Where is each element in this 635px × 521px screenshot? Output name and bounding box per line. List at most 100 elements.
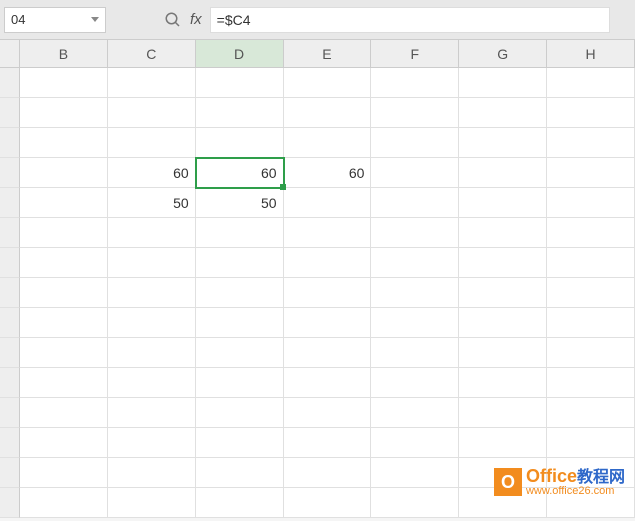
cell-C15[interactable] — [108, 488, 196, 518]
cell-B1[interactable] — [20, 68, 108, 98]
cell-E14[interactable] — [284, 458, 372, 488]
cell-D7[interactable] — [196, 248, 284, 278]
fill-handle[interactable] — [280, 184, 286, 190]
cell-F3[interactable] — [371, 128, 459, 158]
col-header-g[interactable]: G — [459, 40, 547, 67]
row-header[interactable] — [0, 338, 20, 368]
cell-C13[interactable] — [108, 428, 196, 458]
cell-E4[interactable]: 60 — [284, 158, 372, 188]
cell-D5[interactable]: 50 — [196, 188, 284, 218]
cell-F2[interactable] — [371, 98, 459, 128]
cell-B14[interactable] — [20, 458, 108, 488]
cell-E7[interactable] — [284, 248, 372, 278]
col-header-h[interactable]: H — [547, 40, 635, 67]
cell-G12[interactable] — [459, 398, 547, 428]
cell-B3[interactable] — [20, 128, 108, 158]
cell-B13[interactable] — [20, 428, 108, 458]
cell-H10[interactable] — [547, 338, 635, 368]
col-header-e[interactable]: E — [284, 40, 372, 67]
cell-F4[interactable] — [371, 158, 459, 188]
row-header[interactable] — [0, 398, 20, 428]
cell-F6[interactable] — [371, 218, 459, 248]
cell-B8[interactable] — [20, 278, 108, 308]
cell-D13[interactable] — [196, 428, 284, 458]
row-header[interactable] — [0, 158, 20, 188]
cell-C1[interactable] — [108, 68, 196, 98]
row-header[interactable] — [0, 428, 20, 458]
col-header-c[interactable]: C — [108, 40, 196, 67]
cell-C12[interactable] — [108, 398, 196, 428]
cell-C11[interactable] — [108, 368, 196, 398]
cell-F10[interactable] — [371, 338, 459, 368]
chevron-down-icon[interactable] — [91, 17, 99, 22]
cell-G4[interactable] — [459, 158, 547, 188]
cell-B5[interactable] — [20, 188, 108, 218]
row-header[interactable] — [0, 128, 20, 158]
row-header[interactable] — [0, 68, 20, 98]
cell-G9[interactable] — [459, 308, 547, 338]
zoom-icon[interactable] — [164, 11, 182, 29]
cell-E5[interactable] — [284, 188, 372, 218]
cell-C14[interactable] — [108, 458, 196, 488]
cell-G5[interactable] — [459, 188, 547, 218]
cell-E6[interactable] — [284, 218, 372, 248]
cell-H6[interactable] — [547, 218, 635, 248]
col-header-f[interactable]: F — [371, 40, 459, 67]
cell-F5[interactable] — [371, 188, 459, 218]
cell-G11[interactable] — [459, 368, 547, 398]
cell-G2[interactable] — [459, 98, 547, 128]
fx-label[interactable]: fx — [190, 11, 202, 28]
cell-D4[interactable]: 60 — [196, 158, 284, 188]
cell-E11[interactable] — [284, 368, 372, 398]
cell-C4[interactable]: 60 — [108, 158, 196, 188]
name-box[interactable]: 04 — [4, 7, 106, 33]
col-header-d[interactable]: D — [196, 40, 284, 67]
cell-G3[interactable] — [459, 128, 547, 158]
cell-D15[interactable] — [196, 488, 284, 518]
cell-F11[interactable] — [371, 368, 459, 398]
row-header[interactable] — [0, 248, 20, 278]
cell-B9[interactable] — [20, 308, 108, 338]
cell-E9[interactable] — [284, 308, 372, 338]
cell-F15[interactable] — [371, 488, 459, 518]
row-header[interactable] — [0, 188, 20, 218]
spreadsheet-grid[interactable]: 6060605050 — [0, 68, 635, 518]
cell-D6[interactable] — [196, 218, 284, 248]
corner-cell[interactable] — [0, 40, 20, 67]
cell-E13[interactable] — [284, 428, 372, 458]
row-header[interactable] — [0, 458, 20, 488]
cell-C5[interactable]: 50 — [108, 188, 196, 218]
cell-C10[interactable] — [108, 338, 196, 368]
cell-H8[interactable] — [547, 278, 635, 308]
cell-E2[interactable] — [284, 98, 372, 128]
row-header[interactable] — [0, 278, 20, 308]
cell-H7[interactable] — [547, 248, 635, 278]
row-header[interactable] — [0, 218, 20, 248]
cell-C2[interactable] — [108, 98, 196, 128]
cell-G8[interactable] — [459, 278, 547, 308]
row-header[interactable] — [0, 98, 20, 128]
cell-G6[interactable] — [459, 218, 547, 248]
row-header[interactable] — [0, 368, 20, 398]
cell-B10[interactable] — [20, 338, 108, 368]
cell-B15[interactable] — [20, 488, 108, 518]
cell-B7[interactable] — [20, 248, 108, 278]
row-header[interactable] — [0, 308, 20, 338]
cell-D1[interactable] — [196, 68, 284, 98]
cell-E15[interactable] — [284, 488, 372, 518]
cell-F8[interactable] — [371, 278, 459, 308]
cell-H12[interactable] — [547, 398, 635, 428]
cell-F14[interactable] — [371, 458, 459, 488]
cell-C7[interactable] — [108, 248, 196, 278]
cell-E8[interactable] — [284, 278, 372, 308]
cell-E1[interactable] — [284, 68, 372, 98]
cell-H9[interactable] — [547, 308, 635, 338]
cell-H11[interactable] — [547, 368, 635, 398]
cell-C6[interactable] — [108, 218, 196, 248]
cell-D11[interactable] — [196, 368, 284, 398]
cell-H5[interactable] — [547, 188, 635, 218]
cell-D12[interactable] — [196, 398, 284, 428]
cell-C9[interactable] — [108, 308, 196, 338]
cell-G7[interactable] — [459, 248, 547, 278]
cell-G10[interactable] — [459, 338, 547, 368]
